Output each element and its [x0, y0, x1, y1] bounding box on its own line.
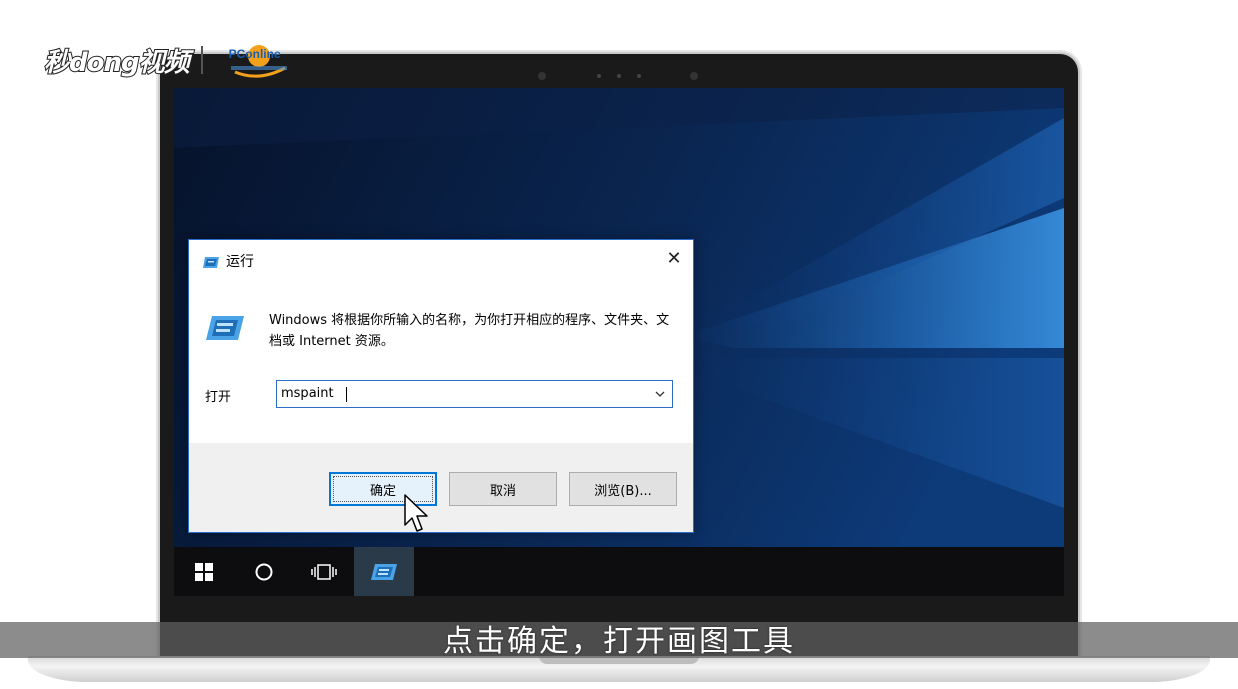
open-label: 打开: [205, 390, 232, 405]
run-dialog-icon: [205, 314, 245, 346]
watermark-divider: [200, 46, 203, 74]
browse-button[interactable]: 浏览(B)...: [569, 472, 677, 506]
dialog-description: Windows 将根据你所输入的名称，为你打开相应的程序、文件夹、文档或 Int…: [269, 313, 670, 349]
ambient-sensor: [538, 72, 546, 80]
cortana-button[interactable]: [234, 547, 294, 596]
webcam-bar: [160, 54, 1078, 88]
partner-logo: PConline: [215, 42, 295, 78]
close-icon: ✕: [666, 247, 682, 269]
task-view-icon: [311, 563, 337, 580]
mouse-pointer-icon: [404, 494, 428, 532]
circle-icon: [255, 563, 273, 580]
dialog-footer: 确定 取消 浏览(B)...: [189, 443, 693, 532]
indicator-light: [617, 74, 621, 78]
windows-logo-icon: [195, 562, 213, 581]
indicator-light: [637, 74, 641, 78]
run-dialog-icon: [371, 563, 397, 580]
video-frame: 秒dong视频 PConline 运行 ✕ Windows 将根据你所输入的名称…: [0, 0, 1238, 689]
start-button[interactable]: [174, 547, 234, 596]
webcam: [690, 72, 698, 80]
taskbar: [174, 547, 1064, 596]
task-view-button[interactable]: [294, 547, 354, 596]
open-input[interactable]: [281, 381, 641, 407]
brand-logo-text: 秒dong视频: [43, 47, 191, 79]
chevron-down-icon[interactable]: [654, 387, 666, 401]
run-dialog-icon: [202, 254, 220, 273]
partner-logo-text: PConline: [228, 47, 281, 61]
cancel-button[interactable]: 取消: [449, 472, 557, 506]
run-dialog: 运行 ✕ Windows 将根据你所输入的名称，为你打开相应的程序、文件夹、文档…: [188, 239, 694, 533]
dialog-titlebar[interactable]: 运行 ✕: [189, 240, 693, 280]
close-button[interactable]: ✕: [655, 240, 693, 276]
subtitle-text: 点击确定，打开画图工具: [443, 624, 795, 659]
video-watermark: 秒dong视频 PConline: [43, 40, 295, 80]
text-caret: [346, 387, 347, 402]
dialog-body: Windows 将根据你所输入的名称，为你打开相应的程序、文件夹、文档或 Int…: [189, 280, 693, 443]
dialog-title: 运行: [226, 254, 254, 270]
open-combobox[interactable]: [276, 380, 673, 408]
indicator-light: [597, 74, 601, 78]
run-app-button[interactable]: [354, 547, 414, 596]
